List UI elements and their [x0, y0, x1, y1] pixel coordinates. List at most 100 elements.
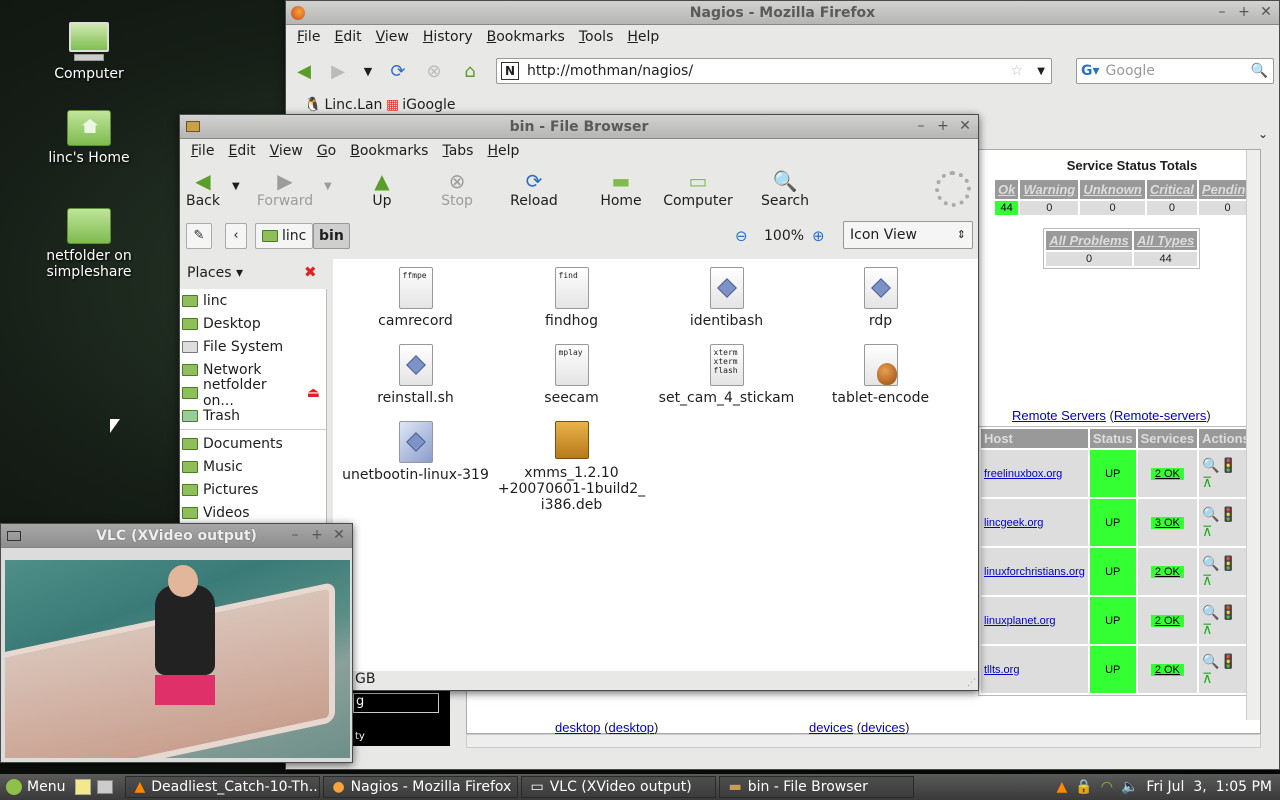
text-editor-launcher-icon[interactable]: [75, 779, 92, 795]
host-link[interactable]: lincgeek.org: [984, 517, 1043, 529]
maximize-icon[interactable]: +: [1237, 4, 1251, 20]
sidebar-item-videos[interactable]: Videos: [180, 501, 326, 524]
google-engine-icon[interactable]: G▾: [1081, 63, 1100, 79]
menu-tools[interactable]: Tools: [572, 29, 621, 45]
host-detail-icon[interactable]: 🔍: [1202, 506, 1219, 522]
url-bar[interactable]: N http://mothman/nagios/ ☆ ▼: [496, 58, 1052, 84]
host-link[interactable]: linuxplanet.org: [984, 615, 1056, 627]
resize-grip-icon[interactable]: ⋰: [967, 678, 976, 688]
close-icon[interactable]: ✕: [958, 118, 972, 134]
sidebar-item-music[interactable]: Music: [180, 455, 326, 478]
wifi-icon[interactable]: ◠: [1101, 779, 1113, 795]
menu-view[interactable]: View: [263, 143, 310, 159]
maximize-icon[interactable]: +: [310, 527, 324, 543]
file-browser-titlebar[interactable]: bin - File Browser – + ✕: [180, 115, 978, 139]
desktop-icon-computer[interactable]: Computer: [34, 22, 144, 82]
sidebar-item-linc[interactable]: linc: [180, 289, 326, 312]
vlc-tray-icon[interactable]: ▲: [1057, 779, 1068, 795]
task-vlc[interactable]: ▭ VLC (XVideo output): [521, 776, 717, 798]
sidebar-item-pictures[interactable]: Pictures: [180, 478, 326, 501]
menu-view[interactable]: View: [369, 29, 416, 45]
zoom-in-icon[interactable]: ⊕: [812, 227, 825, 245]
history-dropdown-icon[interactable]: ▼: [356, 59, 380, 83]
devices-group-alias-link[interactable]: devices: [861, 720, 905, 735]
sidebar-item-documents[interactable]: Documents: [180, 432, 326, 455]
back-dropdown-icon[interactable]: ▼: [232, 181, 240, 192]
host-detail-icon[interactable]: 🔍: [1202, 457, 1219, 473]
reload-button[interactable]: ⟳ Reload: [499, 169, 569, 209]
terminal-launcher-icon[interactable]: [97, 780, 114, 794]
services-ok-link[interactable]: 2 OK: [1150, 663, 1184, 676]
forward-button[interactable]: ▶ Forward: [250, 169, 320, 209]
file-item[interactable]: reinstall.sh: [338, 344, 493, 406]
network-map-icon[interactable]: ⊼: [1202, 523, 1212, 539]
all-types-link[interactable]: All Types: [1134, 231, 1198, 250]
nav-input[interactable]: g: [353, 693, 439, 713]
file-item[interactable]: ffmpe camrecord: [338, 267, 493, 329]
bookmark-igoogle[interactable]: ▦ iGoogle: [386, 97, 456, 113]
status-map-icon[interactable]: 🚦: [1220, 506, 1237, 522]
path-button-linc[interactable]: linc: [255, 223, 314, 249]
network-map-icon[interactable]: ⊼: [1202, 670, 1212, 686]
home-button[interactable]: ▬ Home: [586, 169, 656, 209]
view-mode-select[interactable]: Icon View ⇕: [843, 221, 973, 249]
desktop-group-link[interactable]: desktop: [555, 720, 601, 735]
menu-go[interactable]: Go: [310, 143, 343, 159]
host-detail-icon[interactable]: 🔍: [1202, 555, 1219, 571]
forward-dropdown-icon[interactable]: ▼: [324, 181, 332, 192]
video-frame[interactable]: [5, 560, 350, 758]
status-map-icon[interactable]: 🚦: [1220, 653, 1237, 669]
status-map-icon[interactable]: 🚦: [1220, 604, 1237, 620]
file-item[interactable]: mplay seecam: [494, 344, 649, 406]
services-ok-link[interactable]: 2 OK: [1150, 614, 1184, 627]
menu-tabs[interactable]: Tabs: [435, 143, 480, 159]
menu-edit[interactable]: Edit: [221, 143, 262, 159]
menu-file[interactable]: File: [184, 143, 221, 159]
forward-arrow-icon[interactable]: ▶: [326, 59, 350, 83]
remote-servers-link[interactable]: Remote Servers: [1012, 408, 1106, 423]
eject-icon[interactable]: ⏏: [307, 385, 320, 401]
host-detail-icon[interactable]: 🔍: [1202, 604, 1219, 620]
services-ok-link[interactable]: 3 OK: [1150, 516, 1184, 529]
start-menu-button[interactable]: Menu: [0, 779, 71, 795]
sidebar-item-desktop[interactable]: Desktop: [180, 312, 326, 335]
task-deadliest-catch[interactable]: ▲ Deadliest_Catch-10-Th...: [125, 776, 321, 798]
tab-list-chevron-icon[interactable]: ⌄: [1258, 127, 1268, 141]
minimize-icon[interactable]: –: [1215, 4, 1229, 20]
services-ok-link[interactable]: 2 OK: [1150, 565, 1184, 578]
task-file-browser[interactable]: ▬ bin - File Browser: [719, 776, 915, 798]
zoom-out-icon[interactable]: ⊖: [735, 227, 748, 245]
menu-history[interactable]: History: [416, 29, 480, 45]
file-item[interactable]: find findhog: [494, 267, 649, 329]
file-item[interactable]: identibash: [649, 267, 804, 329]
desktop-group-alias-link[interactable]: desktop: [609, 720, 655, 735]
status-map-icon[interactable]: 🚦: [1220, 555, 1237, 571]
sidebar-item-filesystem[interactable]: File System: [180, 335, 326, 358]
back-arrow-icon[interactable]: ◀: [292, 59, 316, 83]
sidebar-item-netfolder[interactable]: netfolder on... ⏏: [180, 377, 326, 409]
task-firefox[interactable]: ● Nagios - Mozilla Firefox: [323, 776, 519, 798]
network-map-icon[interactable]: ⊼: [1202, 572, 1212, 588]
network-map-icon[interactable]: ⊼: [1202, 474, 1212, 490]
vertical-scrollbar[interactable]: [1246, 150, 1260, 720]
network-map-icon[interactable]: ⊼: [1202, 621, 1212, 637]
menu-bookmarks[interactable]: Bookmarks: [343, 143, 435, 159]
services-ok-link[interactable]: 2 OK: [1150, 467, 1184, 480]
totals-header[interactable]: Warning: [1020, 180, 1079, 199]
file-item[interactable]: xterm xterm flash set_cam_4_stickam: [649, 344, 804, 406]
volume-icon[interactable]: 🔈: [1121, 779, 1138, 795]
menu-file[interactable]: File: [290, 29, 327, 45]
desktop-icon-netfolder[interactable]: netfolder on simpleshare: [34, 208, 144, 280]
devices-group-link[interactable]: devices: [809, 720, 853, 735]
maximize-icon[interactable]: +: [936, 118, 950, 134]
search-bar[interactable]: G▾ Google 🔍: [1076, 58, 1274, 84]
toggle-location-button[interactable]: ✎: [186, 223, 212, 249]
computer-button[interactable]: ▭ Computer: [663, 169, 733, 209]
bookmark-linc-lan[interactable]: 🐧 Linc.Lan: [304, 97, 382, 113]
places-header[interactable]: Places ▾: [187, 265, 243, 281]
reload-icon[interactable]: ⟳: [386, 59, 410, 83]
close-sidebar-icon[interactable]: ✖: [304, 263, 317, 281]
stop-button[interactable]: ⊗ Stop: [422, 169, 492, 209]
file-item[interactable]: xmms_1.2.10 +20070601-1build2_ i386.deb: [494, 421, 649, 513]
bookmark-star-icon[interactable]: ☆: [1010, 63, 1023, 79]
